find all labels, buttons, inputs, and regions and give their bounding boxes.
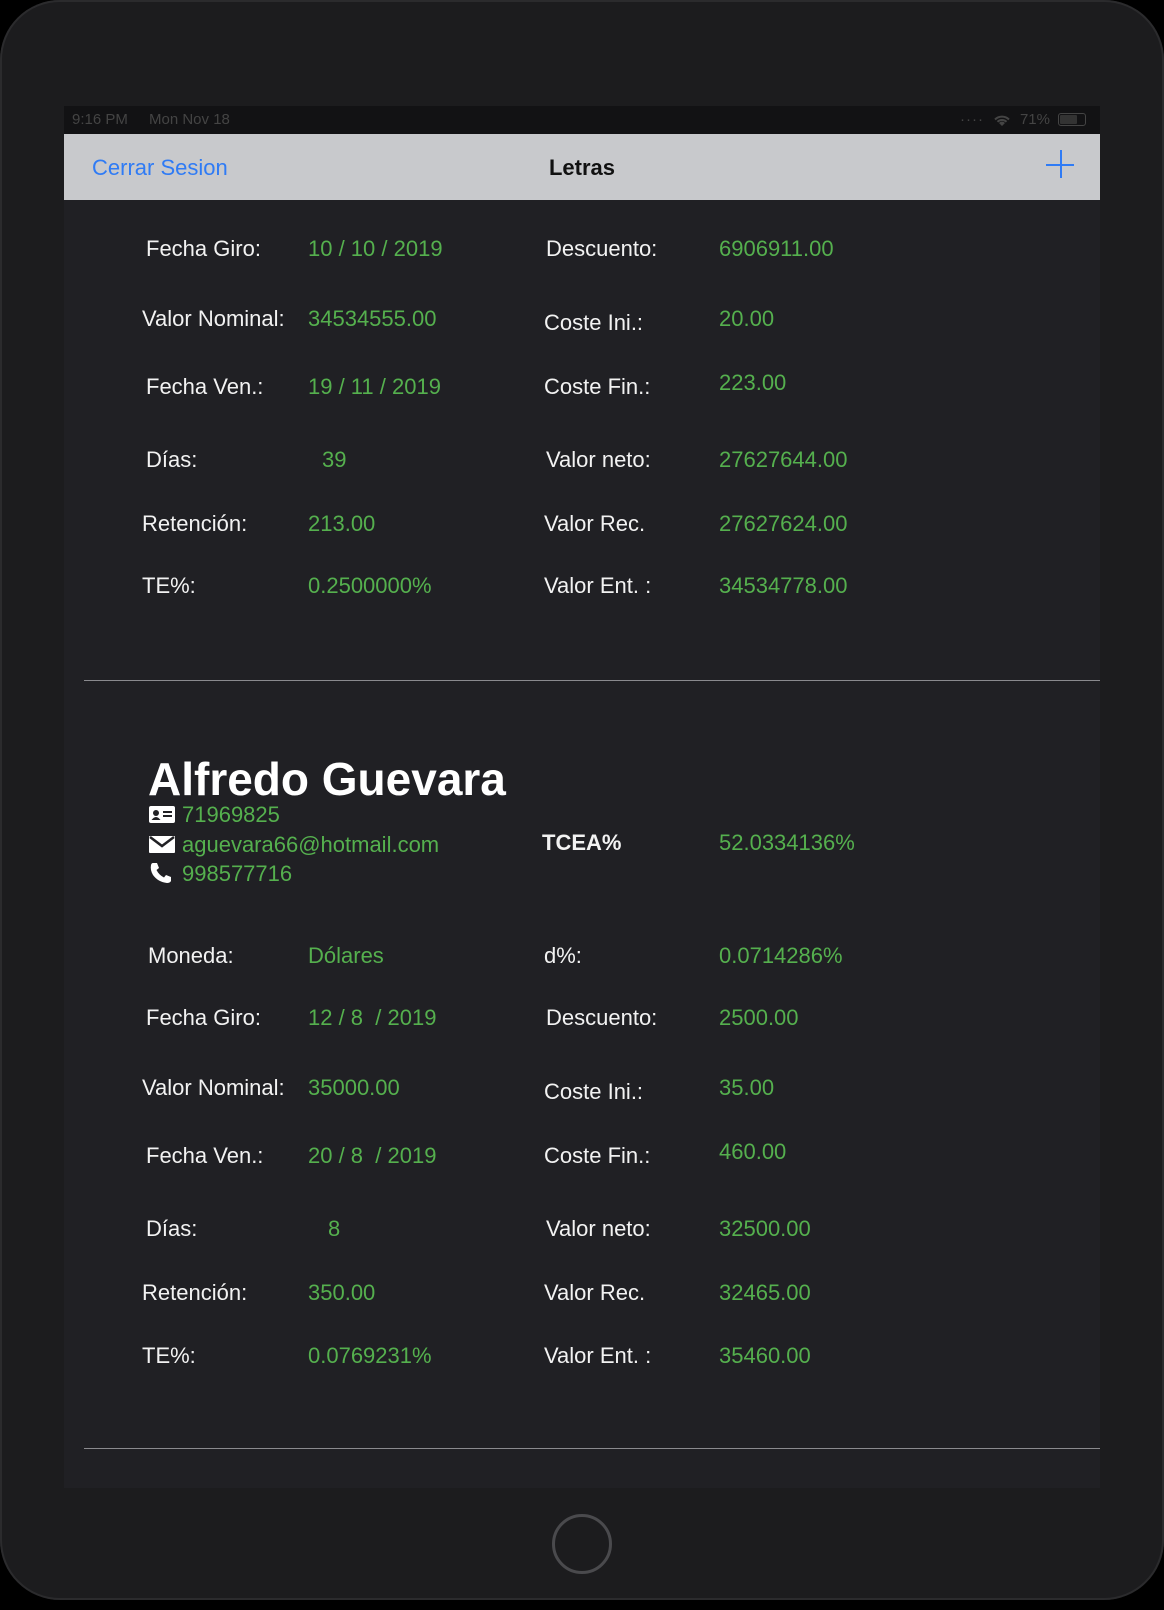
coste-fin-value: 460.00	[719, 1139, 787, 1164]
coste-ini-label: Coste Ini.:	[544, 310, 644, 335]
valor-neto-value: 27627644.00	[719, 447, 848, 472]
navigation-bar: Cerrar Sesion Letras	[64, 134, 1100, 200]
te-value: 0.0769231%	[308, 1343, 432, 1368]
valor-ent-label: Valor Ent. :	[544, 573, 652, 598]
valor-rec-label: Valor Rec.	[544, 1280, 646, 1305]
battery-icon	[1058, 113, 1086, 126]
app-screen: 9:16 PM Mon Nov 18 ···· 71% Cerrar Sesio…	[64, 106, 1100, 1488]
battery-fill	[1060, 115, 1077, 124]
client-dni: 71969825	[182, 802, 280, 827]
valor-nominal-value: 34534555.00	[308, 306, 437, 331]
fecha-giro-label: Fecha Giro:	[146, 236, 261, 261]
valor-nominal-label: Valor Nominal:	[142, 306, 285, 331]
dias-value: 39	[322, 447, 347, 472]
retencion-value: 213.00	[308, 511, 376, 536]
row-divider	[84, 680, 1100, 681]
retencion-label: Retención:	[142, 511, 248, 536]
dias-value: 8	[328, 1216, 341, 1241]
coste-ini-label: Coste Ini.:	[544, 1079, 644, 1104]
d-percent-value: 0.0714286%	[719, 943, 843, 968]
retencion-value: 350.00	[308, 1280, 376, 1305]
client-phone[interactable]: 998577716	[182, 861, 292, 887]
moneda-value: Dólares	[308, 943, 384, 968]
id-card-icon	[149, 806, 175, 823]
coste-fin-value: 223.00	[719, 370, 787, 395]
descuento-label: Descuento:	[546, 1005, 658, 1030]
retencion-label: Retención:	[142, 1280, 248, 1305]
status-bar: 9:16 PM Mon Nov 18 ···· 71%	[64, 106, 1100, 134]
tcea-label: TCEA%	[542, 830, 622, 855]
client-name: Alfredo Guevara	[148, 753, 506, 805]
valor-ent-value: 34534778.00	[719, 573, 848, 598]
status-date: Mon Nov 18	[149, 111, 230, 128]
fecha-ven-label: Fecha Ven.:	[146, 374, 264, 399]
dias-label: Días:	[146, 447, 198, 472]
d-percent-label: d%:	[544, 943, 582, 968]
valor-ent-value: 35460.00	[719, 1343, 811, 1368]
coste-fin-label: Coste Fin.:	[544, 1143, 651, 1168]
descuento-value: 2500.00	[719, 1005, 799, 1030]
valor-rec-label: Valor Rec.	[544, 511, 646, 536]
battery-percent: 71%	[1019, 111, 1050, 128]
valor-neto-label: Valor neto:	[546, 1216, 651, 1241]
coste-ini-value: 35.00	[719, 1075, 775, 1100]
valor-rec-value: 32465.00	[719, 1280, 811, 1305]
envelope-icon	[149, 836, 175, 853]
descuento-value: 6906911.00	[719, 236, 834, 261]
valor-rec-value: 27627624.00	[719, 511, 848, 536]
valor-ent-label: Valor Ent. :	[544, 1343, 652, 1368]
ipad-frame: 9:16 PM Mon Nov 18 ···· 71% Cerrar Sesio…	[0, 0, 1164, 1600]
coste-fin-label: Coste Fin.:	[544, 374, 651, 399]
te-value: 0.2500000%	[308, 573, 432, 598]
phone-icon	[150, 863, 171, 883]
page-title: Letras	[548, 155, 616, 180]
valor-neto-label: Valor neto:	[546, 447, 651, 472]
fecha-ven-label: Fecha Ven.:	[146, 1143, 264, 1168]
status-right: ···· 71%	[960, 111, 1086, 128]
fecha-ven-value: 19 / 11 / 2019	[308, 374, 441, 399]
te-label: TE%:	[142, 573, 196, 598]
fecha-giro-value: 12 / 8 / 2019	[308, 1005, 437, 1030]
client-email[interactable]: aguevara66@hotmail.com	[182, 832, 439, 858]
row-divider	[84, 1448, 1100, 1449]
valor-neto-value: 32500.00	[719, 1216, 811, 1241]
home-button[interactable]	[552, 1514, 612, 1574]
plus-icon[interactable]	[1044, 148, 1078, 182]
tcea-value: 52.0334136%	[719, 830, 855, 855]
wifi-icon	[994, 115, 1010, 126]
signal-dots-icon: ····	[959, 111, 984, 128]
descuento-label: Descuento:	[546, 236, 658, 261]
fecha-ven-value: 20 / 8 / 2019	[308, 1143, 437, 1168]
valor-nominal-label: Valor Nominal:	[142, 1075, 285, 1100]
fecha-giro-value: 10 / 10 / 2019	[308, 236, 443, 261]
fecha-giro-label: Fecha Giro:	[146, 1005, 261, 1030]
te-label: TE%:	[142, 1343, 196, 1368]
valor-nominal-value: 35000.00	[308, 1075, 400, 1100]
status-time: 9:16 PM	[72, 111, 128, 128]
dias-label: Días:	[146, 1216, 198, 1241]
coste-ini-value: 20.00	[719, 306, 775, 331]
moneda-label: Moneda:	[148, 943, 234, 968]
